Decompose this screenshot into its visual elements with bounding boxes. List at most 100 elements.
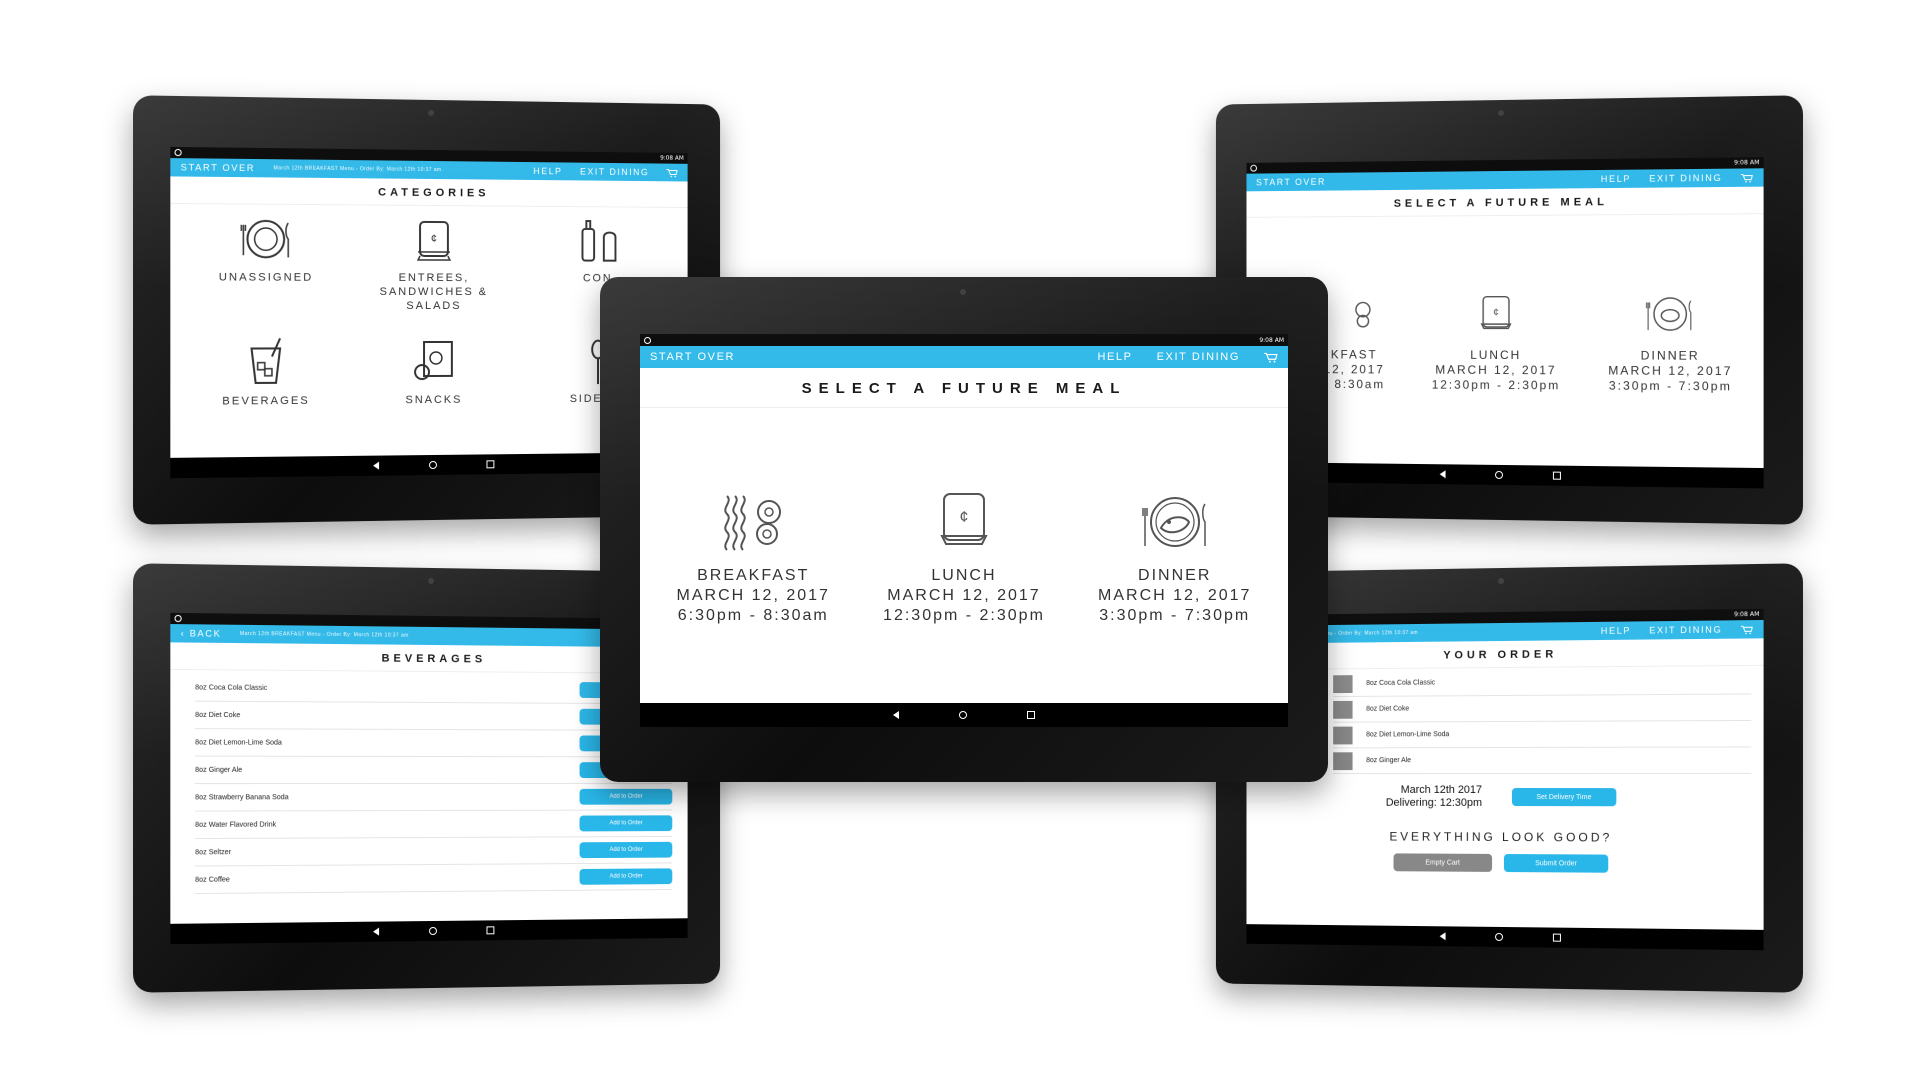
exit-dining-button[interactable]: EXIT DINING (1649, 173, 1722, 184)
help-button[interactable]: HELP (533, 166, 562, 176)
category-snacks[interactable]: SNACKS (351, 333, 517, 456)
nav-home-icon[interactable] (429, 927, 437, 935)
empty-cart-button[interactable]: Empty Cart (1394, 854, 1493, 873)
start-over-button[interactable]: START OVER (181, 162, 255, 173)
item-name: 8oz Water Flavored Drink (195, 821, 276, 828)
breakfast-icon (717, 486, 789, 558)
nav-back-icon[interactable] (373, 928, 379, 936)
nav-recent-icon[interactable] (1553, 934, 1561, 942)
meal-name: DINNER (1138, 566, 1211, 586)
add-to-order-button[interactable]: Add to Order (580, 815, 673, 831)
nav-recent-icon[interactable] (1027, 711, 1035, 719)
nav-home-icon[interactable] (1495, 933, 1503, 941)
item-name: 8oz Diet Lemon-Lime Soda (1366, 731, 1449, 738)
add-to-order-button[interactable]: Add to Order (580, 868, 673, 884)
lunch-icon: ¢ (928, 486, 1000, 558)
meal-time: 12:30pm - 2:30pm (883, 606, 1045, 626)
list-item: 8oz Seltzer Add to Order (195, 837, 672, 867)
help-button[interactable]: HELP (1601, 626, 1631, 636)
order-item: 8oz Diet Coke (1333, 694, 1751, 722)
item-name: 8oz Seltzer (195, 849, 231, 856)
status-icon (1250, 165, 1257, 172)
meal-dinner[interactable]: DINNER MARCH 12, 2017 3:30pm - 7:30pm (1098, 486, 1251, 626)
menu-subtitle: March 12th BREAKFAST Menu - Order By: Ma… (240, 631, 409, 639)
lunch-icon: ¢ (1470, 288, 1522, 340)
dinner-icon (1135, 486, 1215, 558)
screen-meal-center: 9:08 AM START OVER HELP EXIT DINING SELE… (640, 334, 1288, 727)
glass-icon (238, 334, 295, 391)
meal-date: MARCH 12, 2017 (1608, 363, 1732, 379)
nav-home-icon[interactable] (1495, 471, 1503, 479)
category-label: ENTREES, SANDWICHES & SALADS (351, 272, 517, 314)
start-over-button[interactable]: START OVER (1256, 177, 1326, 188)
item-name: 8oz Diet Lemon-Lime Soda (195, 739, 282, 746)
nav-home-icon[interactable] (429, 461, 437, 469)
meal-date: 12, 2017 (1324, 362, 1385, 377)
add-to-order-button[interactable]: Add to Order (580, 842, 673, 858)
meal-time: 12:30pm - 2:30pm (1432, 378, 1561, 394)
app-header: START OVER HELP EXIT DINING (640, 346, 1288, 368)
submit-order-button[interactable]: Submit Order (1504, 854, 1608, 873)
back-label: BACK (190, 628, 222, 639)
item-name: 8oz Coca Cola Classic (1366, 680, 1435, 687)
android-nav-bar (640, 703, 1288, 727)
nav-home-icon[interactable] (959, 711, 967, 719)
nav-back-icon[interactable] (1440, 932, 1446, 940)
cart-icon[interactable] (1741, 173, 1753, 182)
delivery-section: March 12th 2017 Delivering: 12:30pm Set … (1246, 784, 1763, 811)
item-thumbnail (1333, 726, 1352, 744)
list-item: 8oz Water Flavored Drink Add to Order (195, 810, 672, 839)
order-actions: Empty Cart Submit Order (1246, 853, 1763, 874)
category-beverages[interactable]: BEVERAGES (181, 334, 351, 458)
page-title: CATEGORIES (170, 176, 687, 208)
item-name: 8oz Coffee (195, 876, 230, 883)
cart-icon[interactable] (667, 168, 679, 177)
meal-lunch[interactable]: ¢ LUNCH MARCH 12, 2017 12:30pm - 2:30pm (1432, 288, 1561, 393)
item-thumbnail (1333, 752, 1352, 770)
category-entrees[interactable]: ¢ ENTREES, SANDWICHES & SALADS (351, 211, 517, 333)
cart-icon[interactable] (1264, 352, 1278, 363)
category-label: BEVERAGES (222, 394, 310, 409)
set-delivery-time-button[interactable]: Set Delivery Time (1512, 788, 1616, 806)
item-thumbnail (1333, 675, 1352, 693)
svg-text:¢: ¢ (960, 509, 969, 526)
cart-icon[interactable] (1741, 625, 1753, 634)
item-name: 8oz Ginger Ale (1366, 757, 1411, 764)
item-name: 8oz Diet Coke (1366, 706, 1409, 713)
meal-lunch[interactable]: ¢ LUNCH MARCH 12, 2017 12:30pm - 2:30pm (883, 486, 1045, 626)
nav-recent-icon[interactable] (1553, 472, 1561, 480)
category-label: UNASSIGNED (219, 271, 314, 285)
chevron-left-icon: ‹ (181, 628, 190, 638)
add-to-order-button[interactable]: Add to Order (580, 789, 673, 805)
condiments-icon (570, 213, 624, 269)
start-over-button[interactable]: START OVER (650, 351, 735, 363)
exit-dining-button[interactable]: EXIT DINING (580, 167, 649, 178)
nav-back-icon[interactable] (893, 711, 899, 719)
exit-dining-button[interactable]: EXIT DINING (1649, 625, 1722, 636)
nav-back-icon[interactable] (373, 462, 379, 470)
nav-back-icon[interactable] (1440, 470, 1446, 478)
meal-dinner[interactable]: DINNER MARCH 12, 2017 3:30pm - 7:30pm (1608, 288, 1732, 395)
category-label: SNACKS (405, 393, 462, 407)
status-time: 9:08 AM (1259, 337, 1284, 344)
exit-dining-button[interactable]: EXIT DINING (1157, 351, 1240, 363)
order-item: 8oz Coca Cola Classic (1333, 668, 1751, 697)
meal-name: BREAKFAST (697, 566, 809, 586)
delivery-date: March 12th 2017 (1386, 784, 1482, 797)
status-icon (174, 149, 181, 156)
delivery-time: Delivering: 12:30pm (1386, 797, 1482, 810)
nav-recent-icon[interactable] (486, 460, 494, 468)
status-time: 9:08 AM (660, 155, 684, 162)
camera (1498, 110, 1504, 116)
order-item: 8oz Diet Lemon-Lime Soda (1333, 721, 1751, 748)
help-button[interactable]: HELP (1601, 174, 1631, 184)
meal-breakfast-partial[interactable]: KFAST 12, 2017 - 8:30am (1323, 288, 1385, 392)
camera (960, 289, 966, 295)
category-unassigned[interactable]: UNASSIGNED (181, 210, 351, 334)
meal-breakfast[interactable]: BREAKFAST MARCH 12, 2017 6:30pm - 8:30am (677, 486, 830, 626)
dinner-icon (1642, 288, 1699, 341)
list-item: 8oz Coffee Add to Order (195, 863, 672, 894)
help-button[interactable]: HELP (1097, 351, 1132, 363)
nav-recent-icon[interactable] (486, 926, 494, 934)
back-button[interactable]: ‹ BACK (181, 628, 222, 639)
